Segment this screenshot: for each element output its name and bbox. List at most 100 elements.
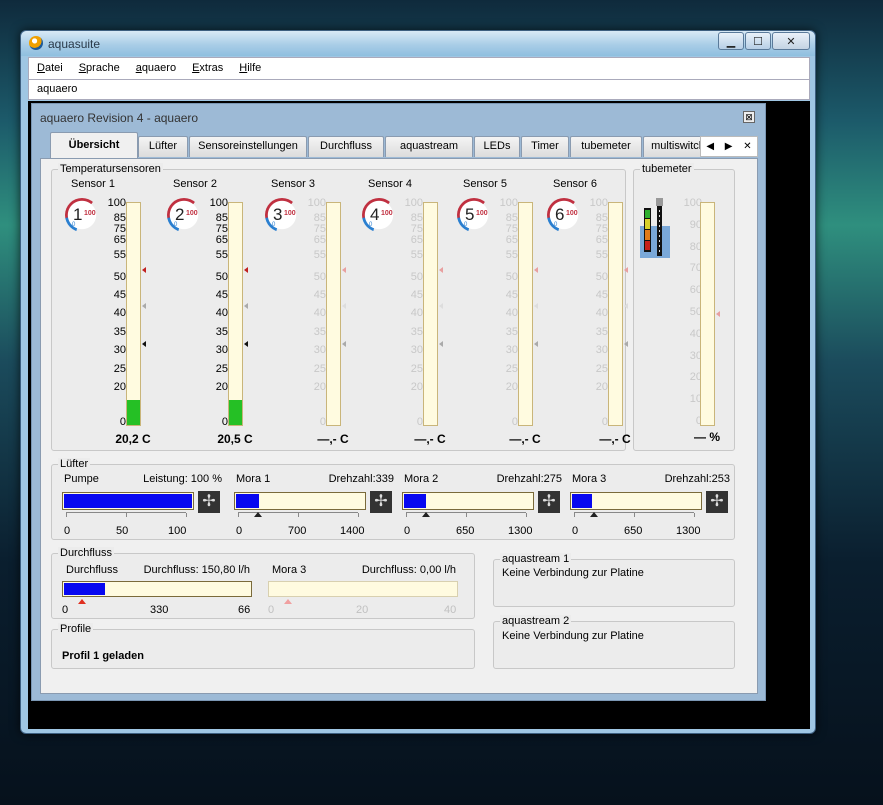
fan-icon[interactable]: ✢ [370, 491, 392, 513]
current-marker [342, 341, 346, 347]
menu-item-extras[interactable]: Extras [184, 58, 231, 79]
scale-tick-label: 0 [119, 416, 126, 428]
scale-tick-label: 65 [313, 234, 326, 246]
aquastream-2-group: aquastream 2 Keine Verbindung zur Platin… [493, 615, 735, 669]
fan-power-bar [62, 492, 194, 510]
fan-metric: Drehzahl:275 [496, 473, 562, 485]
tab-sensoreinstellungen[interactable]: Sensoreinstellungen [189, 136, 307, 157]
gauge-min: 0 [272, 222, 276, 228]
scale-tick-label: 40 [595, 307, 608, 319]
flow-marker [284, 599, 292, 604]
scale-tick-label: 50 [313, 271, 326, 283]
flow-bar [268, 581, 458, 597]
sensor-gauge-icon: 5 100 0 [457, 198, 491, 232]
tab-leds[interactable]: LEDs [474, 136, 520, 157]
scale-tick-label: 65 [113, 234, 126, 246]
device-strip: aquaero [28, 80, 810, 100]
scale-tick-label: 60 [689, 284, 702, 297]
fan-metric: Drehzahl:253 [664, 473, 730, 485]
axis-tick [466, 513, 467, 517]
temperature-scale: 100 85 75 65 55 50 45 40 35 30 25 20 0 [300, 198, 326, 428]
axis-label: 650 [624, 525, 643, 537]
axis-tick [186, 513, 187, 517]
title-bar[interactable]: aquasuite ▁ ☐ ✕ [21, 31, 815, 56]
tab-übersicht[interactable]: Übersicht [50, 132, 138, 158]
tab-aquastream[interactable]: aquastream [385, 136, 473, 157]
tab-next-icon[interactable]: ▶ [725, 141, 733, 152]
scale-tick-label: 55 [505, 249, 518, 261]
fan-icon[interactable]: ✢ [706, 491, 728, 513]
tab-durchfluss[interactable]: Durchfluss [308, 136, 384, 157]
axis-label: 0 [572, 525, 579, 537]
scale-tick-label: 45 [410, 289, 423, 301]
axis-label: 0 [404, 525, 411, 537]
menu-item-aquaero[interactable]: aquaero [128, 58, 184, 79]
axis-tick [406, 513, 407, 517]
tab-close-icon[interactable]: ✕ [743, 141, 751, 152]
scale-tick-label: 100 [499, 197, 518, 209]
axis-tick [526, 513, 527, 517]
gauge-max: 100 [284, 210, 296, 217]
scale-tick-label: 35 [505, 326, 518, 338]
fan-icon[interactable]: ✢ [198, 491, 220, 513]
scale-tick-label: 20 [113, 381, 126, 393]
tubemeter-scale: 100 90 80 70 60 50 40 30 20 10 0 [676, 197, 702, 427]
gauge-max: 100 [566, 210, 578, 217]
scale-tick-label: 50 [595, 271, 608, 283]
scale-tick-label: 40 [113, 307, 126, 319]
fan-metric: Drehzahl:339 [328, 473, 394, 485]
sensor-label: Sensor 2 [172, 178, 218, 190]
axis-label: 0 [236, 525, 243, 537]
menu-item-sprache[interactable]: Sprache [71, 58, 128, 79]
maximize-button[interactable]: ☐ [745, 32, 771, 50]
menu-item-label: ilfe [247, 62, 262, 74]
scale-tick-label: 45 [215, 289, 228, 301]
scale-tick-label: 100 [209, 197, 228, 209]
tab-prev-icon[interactable]: ◀ [706, 141, 714, 152]
max-marker [624, 267, 628, 273]
fan-axis: 0 650 1300 [572, 512, 700, 537]
close-button[interactable]: ✕ [772, 32, 810, 50]
scale-tick-label: 65 [410, 234, 423, 246]
sensor-value: —,- C [414, 432, 446, 446]
flow-metric: Durchfluss: 150,80 l/h [143, 564, 250, 576]
temperature-bar [608, 202, 628, 426]
gauge-max: 100 [381, 210, 393, 217]
scale-tick-label: 65 [595, 234, 608, 246]
menu-item-datei[interactable]: Datei [29, 58, 71, 79]
current-marker [244, 341, 248, 347]
scale-tick-label: 35 [595, 326, 608, 338]
tab-timer[interactable]: Timer [521, 136, 569, 157]
scale-tick-label: 35 [113, 326, 126, 338]
tubemeter-bar [700, 202, 720, 426]
scale-tick-label: 90 [689, 218, 702, 231]
fan-axis: 0 650 1300 [404, 512, 532, 537]
scale-tick-label: 50 [505, 271, 518, 283]
profile-status: Profil 1 geladen [62, 650, 144, 662]
sensor-label: Sensor 6 [552, 178, 598, 190]
fan-icon[interactable]: ✢ [538, 491, 560, 513]
menu-item-mnemonic: D [37, 62, 45, 74]
gauge-max: 100 [84, 210, 96, 217]
child-close-button[interactable]: ⊠ [743, 111, 755, 123]
flow-marker [78, 599, 86, 604]
group-title: aquastream 1 [500, 553, 572, 565]
menu-item-label: quaero [141, 62, 177, 74]
axis-tick [298, 513, 299, 517]
device-child-window: aquaero Revision 4 - aquaero ⊠ Übersicht… [31, 103, 766, 701]
menu-item-hilfe[interactable]: Hilfe [231, 58, 269, 79]
axis-tick [358, 513, 359, 517]
scale-tick-label: 0 [416, 416, 423, 428]
scale-tick-label: 100 [683, 197, 702, 209]
axis-tick [694, 513, 695, 517]
tab-lüfter[interactable]: Lüfter [138, 136, 188, 157]
tab-navigation: ◀ ▶ ✕ [700, 136, 758, 157]
temperature-bar [423, 202, 443, 426]
axis-label: 50 [116, 525, 129, 537]
tab-tubemeter[interactable]: tubemeter [570, 136, 642, 157]
gauge-max: 100 [476, 210, 488, 217]
minimize-button[interactable]: ▁ [718, 32, 744, 50]
scale-tick-label: 0 [319, 416, 326, 428]
sensor-label: Sensor 5 [462, 178, 508, 190]
scale-tick-label: 100 [404, 197, 423, 209]
